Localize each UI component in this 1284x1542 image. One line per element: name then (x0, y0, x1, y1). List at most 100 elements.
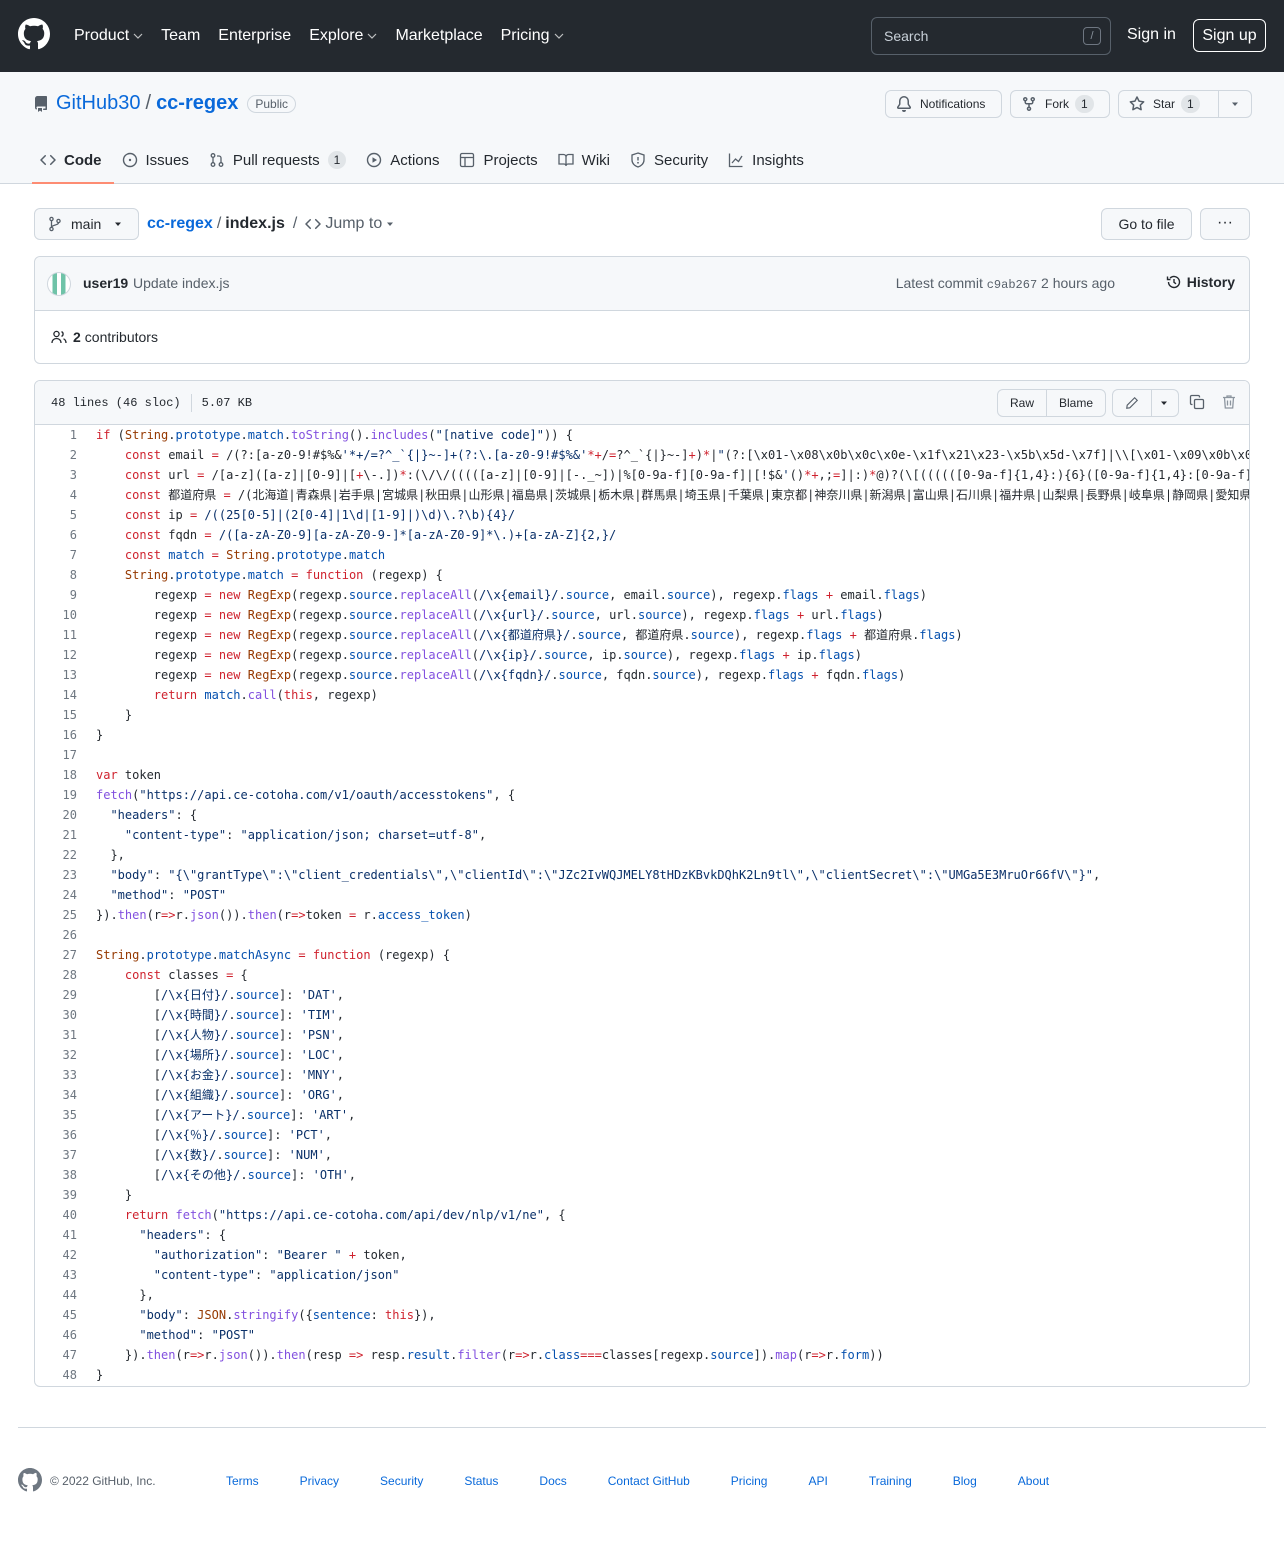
line-number[interactable]: 45 (35, 1305, 77, 1325)
line-number[interactable]: 14 (35, 685, 77, 705)
line-number[interactable]: 5 (35, 505, 77, 525)
line-number[interactable]: 35 (35, 1105, 77, 1125)
tab-insights[interactable]: Insights (720, 140, 816, 180)
fork-button[interactable]: Fork 1 (1010, 90, 1110, 118)
line-number[interactable]: 10 (35, 605, 77, 625)
footer-link-training[interactable]: Training (869, 1474, 912, 1488)
line-number[interactable]: 38 (35, 1165, 77, 1185)
line-number[interactable]: 33 (35, 1065, 77, 1085)
footer-link-security[interactable]: Security (380, 1474, 423, 1488)
line-number[interactable]: 26 (35, 925, 77, 945)
footer-link-terms[interactable]: Terms (226, 1474, 259, 1488)
line-number[interactable]: 2 (35, 445, 77, 465)
star-button[interactable]: Star 1 (1118, 90, 1219, 118)
line-number[interactable]: 4 (35, 485, 77, 505)
github-logo-icon[interactable] (18, 1468, 42, 1492)
tab-code[interactable]: Code (32, 140, 114, 184)
history-link[interactable]: History (1166, 274, 1235, 290)
jump-to-dropdown[interactable]: Jump to (305, 215, 395, 233)
footer-link-status[interactable]: Status (464, 1474, 498, 1488)
line-number[interactable]: 28 (35, 965, 77, 985)
blame-button[interactable]: Blame (1046, 390, 1105, 416)
raw-button[interactable]: Raw (998, 390, 1046, 416)
nav-pricing[interactable]: Pricing (501, 27, 564, 45)
line-number[interactable]: 47 (35, 1345, 77, 1365)
line-number[interactable]: 15 (35, 705, 77, 725)
line-number[interactable]: 40 (35, 1205, 77, 1225)
line-number[interactable]: 44 (35, 1285, 77, 1305)
line-number[interactable]: 21 (35, 825, 77, 845)
line-number[interactable]: 42 (35, 1245, 77, 1265)
line-number[interactable]: 3 (35, 465, 77, 485)
line-number[interactable]: 25 (35, 905, 77, 925)
commit-message-link[interactable]: Update index.js (133, 275, 230, 291)
line-number[interactable]: 39 (35, 1185, 77, 1205)
repo-name-link[interactable]: cc-regex (156, 92, 238, 115)
footer-link-api[interactable]: API (808, 1474, 827, 1488)
search-input[interactable]: Search / (871, 17, 1111, 55)
footer-link-about[interactable]: About (1018, 1474, 1049, 1488)
commit-sha-link[interactable]: c9ab267 (987, 278, 1037, 292)
line-number[interactable]: 24 (35, 885, 77, 905)
nav-team[interactable]: Team (161, 27, 200, 45)
avatar[interactable] (47, 272, 71, 296)
footer-link-pricing[interactable]: Pricing (731, 1474, 768, 1488)
star-dropdown-button[interactable] (1218, 90, 1252, 118)
github-logo-icon[interactable] (18, 18, 50, 50)
breadcrumb-repo-link[interactable]: cc-regex (147, 215, 213, 233)
footer-link-blog[interactable]: Blog (953, 1474, 977, 1488)
line-number[interactable]: 36 (35, 1125, 77, 1145)
tab-projects[interactable]: Projects (451, 140, 549, 180)
line-number[interactable]: 41 (35, 1225, 77, 1245)
nav-enterprise[interactable]: Enterprise (218, 27, 291, 45)
sign-up-button[interactable]: Sign up (1193, 19, 1266, 52)
line-number[interactable]: 18 (35, 765, 77, 785)
copy-icon[interactable] (1189, 394, 1205, 410)
repo-owner-link[interactable]: GitHub30 (56, 92, 141, 115)
line-number[interactable]: 7 (35, 545, 77, 565)
line-number[interactable]: 20 (35, 805, 77, 825)
line-number[interactable]: 12 (35, 645, 77, 665)
line-number[interactable]: 19 (35, 785, 77, 805)
line-number[interactable]: 11 (35, 625, 77, 645)
line-number[interactable]: 8 (35, 565, 77, 585)
nav-product[interactable]: Product (74, 27, 143, 45)
line-number[interactable]: 9 (35, 585, 77, 605)
line-number[interactable]: 27 (35, 945, 77, 965)
tab-pull-requests[interactable]: Pull requests 1 (201, 140, 358, 180)
edit-button[interactable] (1113, 390, 1151, 416)
line-number[interactable]: 43 (35, 1265, 77, 1285)
branch-select-button[interactable]: main (34, 208, 139, 240)
line-number[interactable]: 6 (35, 525, 77, 545)
contributors-summary[interactable]: 2 contributors (51, 329, 158, 345)
edit-dropdown-button[interactable] (1151, 390, 1176, 416)
line-number[interactable]: 48 (35, 1365, 77, 1385)
line-number[interactable]: 23 (35, 865, 77, 885)
line-number[interactable]: 16 (35, 725, 77, 745)
line-number[interactable]: 29 (35, 985, 77, 1005)
footer-link-privacy[interactable]: Privacy (300, 1474, 339, 1488)
tab-wiki[interactable]: Wiki (550, 140, 622, 180)
tab-actions[interactable]: Actions (358, 140, 451, 180)
commit-author-link[interactable]: user19 (83, 275, 128, 291)
line-number[interactable]: 1 (35, 425, 77, 445)
line-number[interactable]: 31 (35, 1025, 77, 1045)
line-number[interactable]: 22 (35, 845, 77, 865)
trash-icon[interactable] (1221, 394, 1237, 410)
line-number[interactable]: 32 (35, 1045, 77, 1065)
footer-link-docs[interactable]: Docs (539, 1474, 566, 1488)
nav-marketplace[interactable]: Marketplace (395, 27, 482, 45)
line-number[interactable]: 13 (35, 665, 77, 685)
line-number[interactable]: 30 (35, 1005, 77, 1025)
sign-in-link[interactable]: Sign in (1127, 26, 1176, 44)
nav-explore[interactable]: Explore (309, 27, 377, 45)
line-number[interactable]: 34 (35, 1085, 77, 1105)
line-number[interactable]: 46 (35, 1325, 77, 1345)
more-options-button[interactable]: ··· (1200, 208, 1250, 240)
tab-security[interactable]: Security (622, 140, 720, 180)
tab-issues[interactable]: Issues (114, 140, 201, 180)
notifications-button[interactable]: Notifications (885, 90, 1002, 118)
line-number[interactable]: 37 (35, 1145, 77, 1165)
line-number[interactable]: 17 (35, 745, 77, 765)
go-to-file-button[interactable]: Go to file (1101, 208, 1192, 240)
